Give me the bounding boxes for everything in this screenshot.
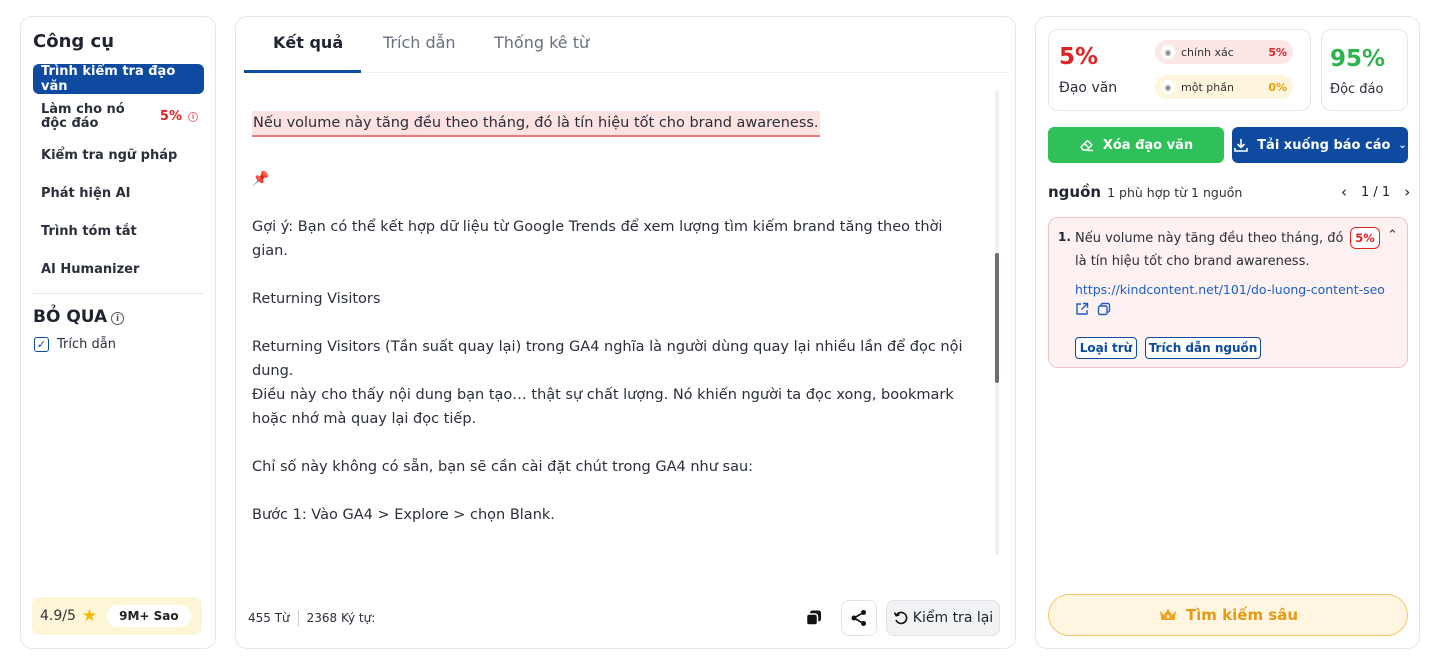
chevron-down-icon: ⌄ — [1398, 139, 1407, 151]
unique-pct-badge: 5% — [159, 109, 182, 124]
copy-button[interactable] — [796, 600, 832, 636]
chevron-up-icon[interactable]: ⌃ — [1387, 228, 1398, 243]
exact-match-pill: ◉ chính xác 5% — [1155, 40, 1293, 64]
share-button[interactable] — [841, 600, 877, 636]
sidebar-item-label: Trình kiểm tra đạo văn — [41, 64, 176, 94]
star-icon: ★ — [81, 606, 98, 626]
partial-value: 0% — [1268, 80, 1287, 94]
eye-icon: ◉ — [1161, 80, 1175, 94]
recheck-button[interactable]: Kiểm tra lại — [886, 600, 1000, 636]
share-icon — [851, 610, 866, 626]
pin-icon: 📌 — [252, 171, 270, 187]
copy-icon — [805, 610, 821, 626]
recheck-label: Kiểm tra lại — [912, 610, 994, 626]
refresh-icon — [893, 611, 908, 625]
source-card[interactable]: 1. Nếu volume này tăng đều theo tháng, đ… — [1048, 217, 1408, 368]
checkbox-checked-icon[interactable]: ✓ — [34, 337, 49, 352]
pager-label: 1 / 1 — [1361, 184, 1391, 200]
tab-bar: Kết quả Trích dẫn Thống kê từ — [244, 17, 1009, 73]
tools-panel: Công cụ Trình kiểm tra đạo văn Làm cho n… — [20, 16, 216, 649]
sources-pager: ‹ 1 / 1 › — [1341, 183, 1410, 201]
partial-match-pill: ◉ một phần 0% — [1155, 75, 1293, 99]
divider — [297, 610, 299, 626]
sidebar-item-label: Trình tóm tắt — [41, 223, 137, 239]
cite-source-button[interactable]: Trích dẫn nguồn — [1145, 337, 1261, 359]
plagiarism-label: Đạo văn — [1059, 80, 1118, 96]
info-icon[interactable]: i — [111, 312, 124, 325]
sidebar-item-label: AI Humanizer — [41, 261, 140, 277]
sidebar-item-label: Phát hiện AI — [41, 185, 131, 201]
remove-plagiarism-label: Xóa đạo văn — [1102, 137, 1194, 153]
info-icon: i — [188, 112, 198, 122]
word-count: 455 Từ — [248, 611, 290, 625]
chevron-right-icon[interactable]: › — [1404, 183, 1410, 201]
document-stats: 455 Từ 2368 Ký tự: — [248, 610, 375, 626]
citation-toggle[interactable]: ✓ Trích dẫn — [34, 337, 116, 352]
results-panel: Kết quả Trích dẫn Thống kê từ Nếu volume… — [235, 16, 1016, 649]
eye-icon: ◉ — [1161, 45, 1175, 59]
chevron-left-icon[interactable]: ‹ — [1341, 183, 1347, 201]
rating-box: 4.9/5 ★ 9M+ Sao — [32, 597, 202, 635]
unique-score-card: 95% Độc đáo — [1321, 29, 1408, 111]
plagiarism-score-card: 5% Đạo văn ◉ chính xác 5% ◉ một phần 0% — [1048, 29, 1311, 111]
sidebar-item-ai-humanizer[interactable]: AI Humanizer — [33, 259, 204, 279]
sidebar-item-plagiarism-checker[interactable]: Trình kiểm tra đạo văn — [33, 64, 204, 94]
exclude-button[interactable]: Loại trừ — [1075, 337, 1137, 359]
unique-pct: 95% — [1330, 46, 1386, 72]
scrollbar-thumb[interactable] — [995, 253, 999, 383]
unique-label: Độc đáo — [1330, 82, 1384, 97]
eraser-icon — [1080, 139, 1093, 152]
tools-title: Công cụ — [33, 31, 115, 52]
citation-label: Trích dẫn — [57, 337, 116, 352]
paragraph: Returning Visitors — [252, 291, 381, 307]
exact-label: chính xác — [1181, 45, 1234, 59]
sidebar-item-label: Kiểm tra ngữ pháp — [41, 147, 178, 163]
sources-summary: 1 phù hợp từ 1 nguồn — [1107, 185, 1243, 200]
download-icon — [1234, 139, 1248, 152]
rating-score: 4.9/5 — [40, 608, 76, 624]
download-report-button[interactable]: Tải xuống báo cáo ⌄ — [1232, 127, 1408, 163]
sidebar-item-make-unique[interactable]: Làm cho nó độc đáo 5% i — [33, 103, 204, 131]
source-pct-badge: 5% — [1350, 227, 1380, 249]
deep-search-label: Tìm kiếm sâu — [1185, 606, 1299, 624]
rating-badge: 9M+ Sao — [107, 605, 191, 627]
tab-word-stats[interactable]: Thống kê từ — [494, 33, 589, 52]
paragraph: Bước 1: Vào GA4 > Explore > chọn Blank. — [252, 507, 555, 523]
exact-value: 5% — [1268, 45, 1287, 59]
tab-results[interactable]: Kết quả — [273, 33, 343, 52]
paragraph: Gợi ý: Bạn có thể kết hợp dữ liệu từ Goo… — [252, 219, 943, 259]
source-number: 1. — [1058, 230, 1071, 244]
report-panel: 5% Đạo văn ◉ chính xác 5% ◉ một phần 0% … — [1035, 16, 1420, 649]
sidebar-item-ai-detector[interactable]: Phát hiện AI — [33, 183, 204, 203]
partial-label: một phần — [1181, 80, 1234, 94]
sidebar-item-label: Làm cho nó độc đáo — [41, 102, 125, 131]
paragraph: Điều này cho thấy nội dung bạn tạo… thật… — [252, 387, 954, 427]
tab-citations[interactable]: Trích dẫn — [383, 33, 456, 52]
remove-plagiarism-button[interactable]: Xóa đạo văn — [1048, 127, 1224, 163]
external-link-icon[interactable] — [1075, 302, 1089, 316]
char-count: 2368 Ký tự: — [306, 611, 376, 625]
sources-title: nguồn — [1048, 183, 1102, 201]
source-url-link[interactable]: https://kindcontent.net/101/do-luong-con… — [1075, 282, 1385, 297]
crown-icon — [1159, 609, 1176, 620]
paragraph: Returning Visitors (Tần suất quay lại) t… — [252, 339, 963, 379]
plagiarism-pct: 5% — [1059, 44, 1099, 70]
plagiarized-highlight[interactable]: Nếu volume này tăng đều theo tháng, đó l… — [252, 111, 820, 137]
sidebar-item-grammar-check[interactable]: Kiểm tra ngữ pháp — [33, 145, 204, 165]
divider — [33, 293, 204, 294]
download-report-label: Tải xuống báo cáo — [1257, 137, 1391, 153]
active-tab-indicator — [244, 70, 361, 73]
sidebar-item-summarizer[interactable]: Trình tóm tắt — [33, 221, 204, 241]
copy-icon[interactable] — [1097, 302, 1111, 316]
source-actions — [1075, 302, 1111, 316]
source-text: Nếu volume này tăng đều theo tháng, đó l… — [1075, 231, 1344, 269]
deep-search-button[interactable]: Tìm kiếm sâu — [1048, 594, 1408, 636]
paragraph: Chỉ số này không có sẵn, bạn sẽ cần cài … — [252, 459, 754, 475]
skip-title: BỎ QUA — [33, 307, 108, 327]
